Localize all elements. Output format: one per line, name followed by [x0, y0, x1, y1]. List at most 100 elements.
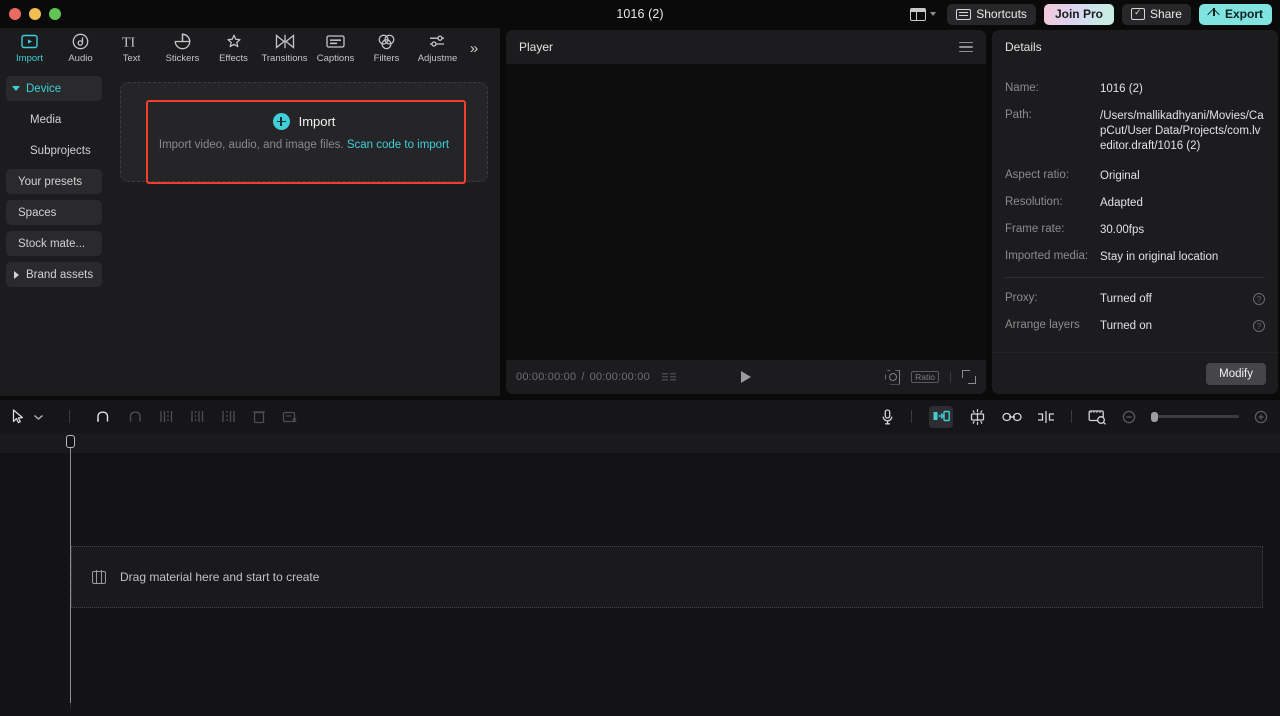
delete-icon[interactable] — [252, 409, 266, 424]
tab-transitions[interactable]: Transitions — [259, 28, 310, 68]
timeline-tools-left — [12, 409, 298, 424]
tab-captions[interactable]: Captions — [310, 28, 361, 68]
row-label: Imported media: — [1005, 250, 1100, 262]
timeline-tools-right — [881, 406, 1268, 428]
audio-icon — [72, 32, 89, 51]
fullscreen-icon[interactable] — [962, 370, 976, 384]
redo-icon[interactable] — [127, 410, 143, 424]
zoom-in-icon[interactable] — [1254, 410, 1268, 424]
tab-stickers[interactable]: Stickers — [157, 28, 208, 68]
row-value: Turned on — [1100, 319, 1253, 334]
scan-code-link[interactable]: Scan code to import — [347, 139, 449, 151]
top-bar-actions: Shortcuts Join Pro Share Export — [907, 0, 1272, 28]
tab-adjustment[interactable]: Adjustme — [412, 28, 463, 68]
player-header: Player — [506, 30, 986, 64]
playhead-handle[interactable] — [66, 435, 75, 448]
tab-import[interactable]: Import — [4, 28, 55, 68]
crop-clear-icon[interactable] — [282, 410, 298, 424]
zoom-fit-icon[interactable] — [885, 370, 900, 385]
upload-icon — [1208, 8, 1220, 20]
timeline-ruler[interactable] — [0, 433, 1280, 453]
tab-audio[interactable]: Audio — [55, 28, 106, 68]
import-subtitle-text: Import video, audio, and image files. — [159, 139, 344, 151]
row-label: Aspect ratio: — [1005, 169, 1100, 181]
film-strip-icon — [92, 571, 106, 584]
details-row-proxy: Proxy: Turned off ? — [1005, 292, 1265, 307]
frame-grid-icon[interactable] — [662, 373, 676, 382]
timeline-dropzone[interactable]: Drag material here and start to create — [71, 546, 1263, 608]
import-title: Import — [299, 114, 336, 129]
row-value: Turned off — [1100, 292, 1253, 307]
timeline-area[interactable]: Drag material here and start to create — [0, 433, 1280, 716]
sidebar-item-brand-assets[interactable]: Brand assets — [6, 262, 102, 287]
insert-clip-icon[interactable] — [929, 406, 953, 428]
sidebar-item-subprojects[interactable]: Subprojects — [6, 138, 102, 163]
divider — [69, 410, 70, 423]
magnet-snap-icon[interactable] — [968, 409, 987, 425]
text-icon: TI — [121, 32, 143, 51]
join-pro-button[interactable]: Join Pro — [1044, 4, 1114, 25]
tab-filters[interactable]: Filters — [361, 28, 412, 68]
share-button[interactable]: Share — [1122, 4, 1191, 25]
link-icon[interactable] — [1002, 411, 1022, 423]
hamburger-icon[interactable] — [959, 42, 973, 53]
timeline-zoom-slider[interactable] — [1151, 415, 1239, 418]
row-label: Arrange layers — [1005, 319, 1100, 331]
tab-label: Audio — [68, 53, 92, 64]
details-title: Details — [1005, 40, 1042, 54]
share-label: Share — [1150, 7, 1182, 21]
sidebar-item-label: Subprojects — [30, 145, 91, 157]
cursor-dropdown-icon[interactable] — [33, 413, 44, 421]
shortcuts-label: Shortcuts — [976, 7, 1027, 21]
divider — [911, 410, 912, 423]
player-title: Player — [519, 40, 553, 54]
more-tabs-button[interactable]: » — [463, 28, 485, 68]
sidebar-item-label: Media — [30, 114, 61, 126]
triangle-down-icon — [12, 86, 20, 91]
sidebar-item-label: Spaces — [18, 207, 56, 219]
layout-switch-button[interactable] — [907, 6, 939, 23]
sidebar-item-device[interactable]: Device — [6, 76, 102, 101]
split-left-icon[interactable] — [159, 409, 174, 424]
shortcuts-button[interactable]: Shortcuts — [947, 4, 1036, 25]
ratio-badge[interactable]: Ratio — [911, 371, 939, 384]
row-label: Proxy: — [1005, 292, 1100, 304]
editor-tab-bar: Import Audio TI Text Stickers Effects — [0, 28, 500, 68]
tab-label: Transitions — [261, 53, 307, 64]
split-icon[interactable] — [221, 409, 236, 424]
microphone-icon[interactable] — [881, 409, 894, 425]
details-list: Name: 1016 (2) Path: /Users/mallikadhyan… — [992, 64, 1278, 352]
sidebar-item-media[interactable]: Media — [6, 107, 102, 132]
title-bar: 1016 (2) Shortcuts Join Pro Share Export — [0, 0, 1280, 28]
player-canvas[interactable] — [506, 64, 986, 360]
sidebar-item-your-presets[interactable]: Your presets — [6, 169, 102, 194]
zoom-slider-handle[interactable] — [1151, 412, 1158, 422]
row-label: Resolution: — [1005, 196, 1100, 208]
row-label: Path: — [1005, 109, 1100, 121]
render-preview-icon[interactable] — [1088, 409, 1107, 425]
split-right-icon[interactable] — [190, 409, 205, 424]
tab-label: Filters — [374, 53, 400, 64]
export-button[interactable]: Export — [1199, 4, 1272, 25]
select-cursor-icon[interactable] — [12, 409, 25, 424]
timecode-separator: / — [581, 371, 584, 383]
row-value: Stay in original location — [1100, 250, 1265, 265]
undo-icon[interactable] — [95, 410, 111, 424]
player-panel: Player 00:00:00:00 / 00:00:00:00 Ratio — [506, 30, 986, 394]
import-cta[interactable]: Import — [273, 113, 336, 130]
sidebar-item-stock-materials[interactable]: Stock mate... — [6, 231, 102, 256]
modify-button[interactable]: Modify — [1206, 363, 1266, 385]
tab-effects[interactable]: Effects — [208, 28, 259, 68]
zoom-out-icon[interactable] — [1122, 410, 1136, 424]
captions-icon — [326, 32, 345, 51]
timeline-toolbar — [0, 400, 1280, 433]
sidebar-item-spaces[interactable]: Spaces — [6, 200, 102, 225]
help-icon[interactable]: ? — [1253, 320, 1265, 332]
svg-text:TI: TI — [122, 36, 136, 50]
play-button[interactable] — [741, 371, 751, 383]
split-playhead-icon[interactable] — [1037, 410, 1055, 424]
details-row-resolution: Resolution: Adapted — [1005, 196, 1265, 211]
tab-text[interactable]: TI Text — [106, 28, 157, 68]
help-icon[interactable]: ? — [1253, 293, 1265, 305]
import-dropzone[interactable]: Import Import video, audio, and image fi… — [120, 82, 488, 182]
